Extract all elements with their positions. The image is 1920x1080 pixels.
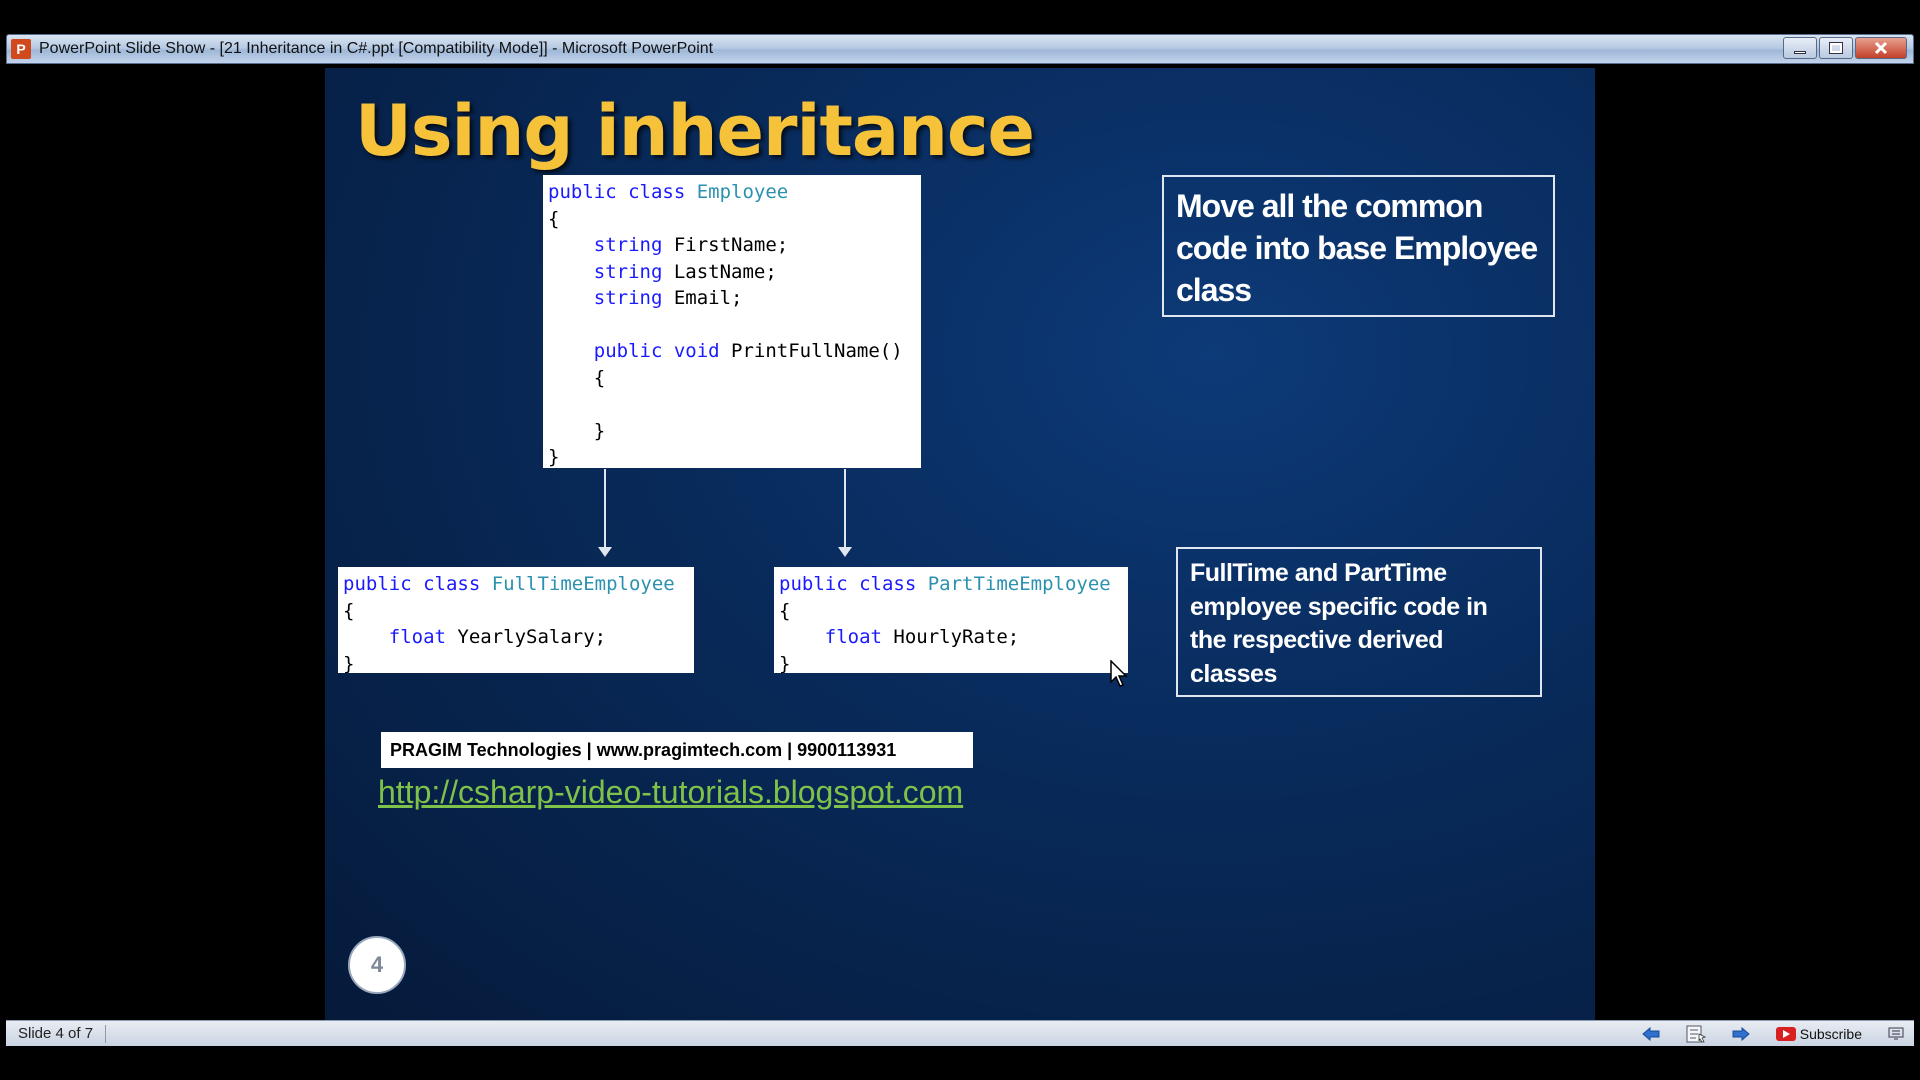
next-slide-button[interactable]: [1732, 1024, 1750, 1044]
code-line: public class Employee: [548, 179, 916, 206]
subscribe-button[interactable]: Subscribe: [1775, 1026, 1862, 1042]
code-token: }: [548, 419, 606, 442]
code-line: public class PartTimeEmployee: [779, 571, 1123, 598]
code-line: }: [343, 651, 689, 674]
code-line: float YearlySalary;: [343, 624, 689, 651]
code-token: Employee: [696, 181, 789, 203]
code-token: {: [779, 599, 791, 622]
parttime-class-code: public class PartTimeEmployee{ float Hou…: [774, 567, 1128, 673]
code-token: float: [388, 626, 446, 648]
code-line: }: [548, 444, 916, 468]
code-token: LastName;: [662, 260, 777, 283]
code-token: public void: [593, 340, 720, 362]
code-line: {: [548, 365, 916, 392]
tutorials-link[interactable]: http://csharp-video-tutorials.blogspot.c…: [378, 774, 963, 811]
code-token: float: [824, 626, 882, 648]
code-line: string LastName;: [548, 259, 916, 286]
code-token: FirstName;: [662, 234, 789, 256]
code-line: public class FullTimeEmployee: [343, 571, 689, 598]
slide[interactable]: Using inheritance public class Employee{…: [325, 68, 1595, 1020]
slide-indicator: Slide 4 of 7: [6, 1024, 107, 1043]
code-line: {: [343, 598, 689, 625]
view-icon: [1888, 1027, 1904, 1040]
slide-menu-button[interactable]: [1686, 1024, 1706, 1044]
code-token: Email;: [662, 287, 743, 309]
code-token: }: [779, 652, 791, 674]
maximize-icon: [1829, 42, 1843, 54]
subscribe-label: Subscribe: [1799, 1026, 1862, 1042]
minimize-icon: [1794, 50, 1806, 54]
arrow-to-parttime: [838, 469, 852, 557]
maximize-button[interactable]: [1819, 37, 1853, 59]
window-controls: [1783, 37, 1907, 59]
code-token: public class: [548, 181, 697, 203]
previous-arrow-icon: [1641, 1027, 1660, 1041]
note-common-code-text: Move all the common code into base Emplo…: [1176, 188, 1538, 308]
code-token: public class: [343, 573, 492, 595]
window-title: PowerPoint Slide Show - [21 Inheritance …: [39, 40, 714, 57]
code-token: }: [548, 446, 560, 468]
note-common-code: Move all the common code into base Emplo…: [1162, 175, 1555, 317]
status-controls: Subscribe: [1641, 1024, 1904, 1044]
window-titlebar: P PowerPoint Slide Show - [21 Inheritanc…: [6, 34, 1914, 64]
code-token: {: [548, 366, 606, 389]
powerpoint-icon[interactable]: P: [11, 39, 31, 59]
code-token: public class: [779, 573, 928, 595]
base-class-code: public class Employee{ string FirstName;…: [543, 175, 921, 468]
code-token: FullTimeEmployee: [491, 573, 675, 595]
note-derived-code: FullTime and PartTime employee specific …: [1176, 547, 1542, 697]
close-icon: [1874, 41, 1888, 55]
code-token: PrintFullName(): [719, 340, 903, 362]
code-token: string: [593, 287, 663, 309]
view-button[interactable]: [1888, 1024, 1904, 1044]
code-token: }: [343, 652, 355, 674]
next-arrow-icon: [1732, 1027, 1750, 1041]
youtube-icon: [1775, 1027, 1796, 1041]
minimize-button[interactable]: [1783, 37, 1817, 59]
slide-title: Using inheritance: [355, 90, 1035, 172]
code-token: PartTimeEmployee: [927, 573, 1111, 595]
code-line: float HourlyRate;: [779, 624, 1123, 651]
code-line: {: [548, 206, 916, 233]
arrow-to-fulltime: [598, 469, 612, 557]
code-token: string: [593, 260, 663, 283]
footer-company-info: PRAGIM Technologies | www.pragimtech.com…: [381, 732, 973, 768]
code-line: string FirstName;: [548, 232, 916, 259]
statusbar: Slide 4 of 7 Subscribe: [6, 1020, 1914, 1046]
previous-slide-button[interactable]: [1641, 1024, 1660, 1044]
code-line: {: [779, 598, 1123, 625]
cursor-icon: [1110, 660, 1128, 687]
code-token: YearlySalary;: [445, 626, 607, 648]
code-line: }: [779, 651, 1123, 674]
slide-number-badge: 4: [348, 936, 406, 994]
menu-icon: [1686, 1025, 1706, 1043]
code-line: }: [548, 418, 916, 445]
code-line: string Email;: [548, 285, 916, 312]
code-line: public void PrintFullName(): [548, 338, 916, 365]
close-button[interactable]: [1855, 37, 1907, 59]
code-token: string: [593, 234, 663, 256]
code-token: HourlyRate;: [881, 626, 1020, 648]
fulltime-class-code: public class FullTimeEmployee{ float Yea…: [338, 567, 694, 673]
code-token: {: [343, 599, 355, 622]
note-derived-code-text: FullTime and PartTime employee specific …: [1190, 559, 1488, 688]
code-token: {: [548, 207, 560, 230]
